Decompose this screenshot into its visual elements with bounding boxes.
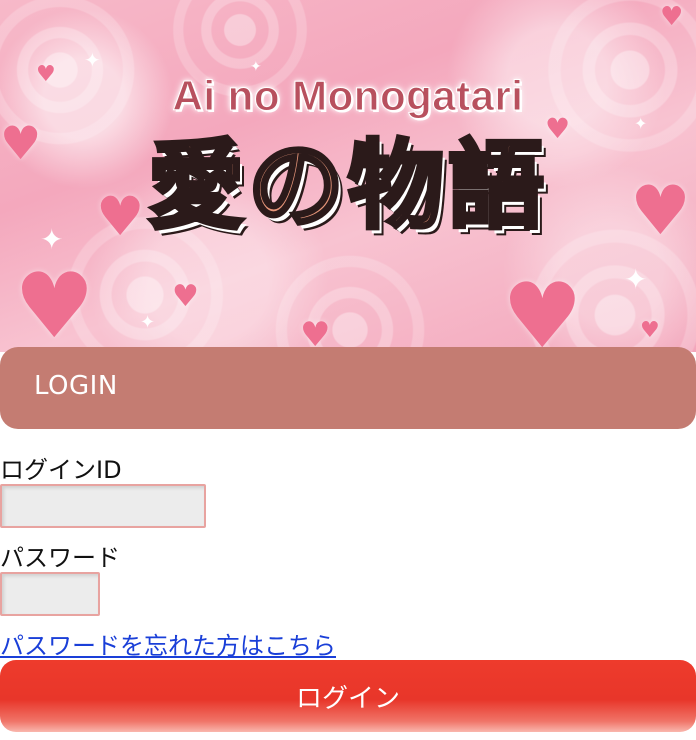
login-page: ♥ ♥ ♥ ♥ ♥ ♥ ♥ ♥ ♥ ♥ ♥ ✦ ✦ ✦ ✦ ✦ ✦ Ai no …: [0, 0, 696, 740]
sparkle-icon: ✦: [140, 312, 156, 333]
login-section-title: LOGIN: [34, 371, 118, 401]
banner: ♥ ♥ ♥ ♥ ♥ ♥ ♥ ♥ ♥ ♥ ♥ ✦ ✦ ✦ ✦ ✦ ✦ Ai no …: [0, 0, 696, 352]
heart-icon: ♥: [172, 279, 199, 314]
sparkle-icon: ✦: [84, 48, 101, 72]
login-button[interactable]: ログイン: [0, 660, 696, 732]
sparkle-icon: ✦: [624, 263, 648, 296]
login-button-label: ログイン: [295, 684, 400, 714]
rose-decoration: [250, 230, 450, 352]
login-id-label: ログインID: [0, 456, 122, 484]
login-section-header: LOGIN: [0, 347, 696, 429]
password-label: パスワード: [0, 544, 120, 572]
password-input[interactable]: [0, 572, 100, 616]
login-id-input[interactable]: [0, 484, 206, 528]
heart-icon: ♥: [14, 254, 95, 352]
heart-icon: ♥: [660, 2, 684, 32]
heart-icon: ♥: [502, 264, 583, 353]
logo-subtitle: Ai no Monogatari: [172, 72, 524, 120]
logo-title: 愛の物語: [146, 130, 548, 242]
forgot-password-link[interactable]: パスワードを忘れた方はこちら: [0, 626, 336, 661]
heart-icon: ♥: [640, 318, 660, 343]
